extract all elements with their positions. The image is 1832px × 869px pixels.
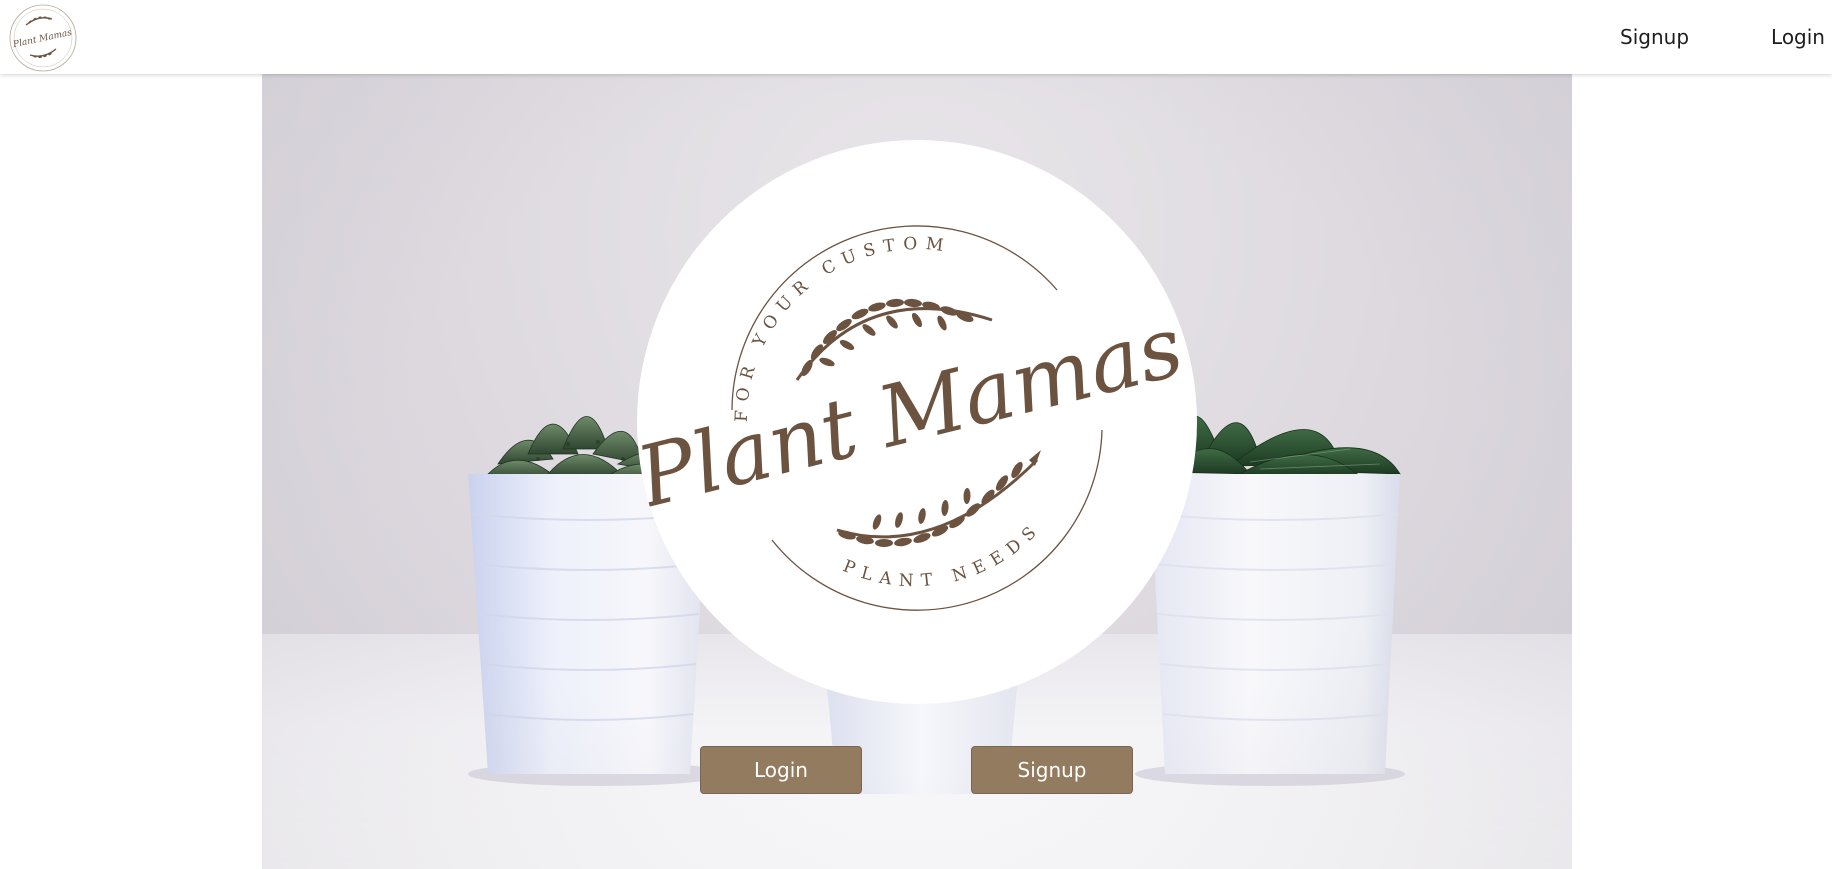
top-navbar: Plant Mamas Signup Login: [0, 0, 1832, 74]
login-button[interactable]: Login: [700, 746, 862, 794]
nav-links: Signup Login: [1620, 0, 1832, 74]
logo-script-text: Plant Mamas: [637, 297, 1192, 527]
plant-mamas-logo: FOR YOUR CUSTOM PLANT NEEDS Plant Mamas: [637, 140, 1197, 704]
nav-signup-link[interactable]: Signup: [1620, 25, 1689, 49]
nav-logo-icon[interactable]: Plant Mamas: [8, 3, 78, 73]
nav-login-link[interactable]: Login: [1771, 25, 1825, 49]
signup-button[interactable]: Signup: [971, 746, 1133, 794]
